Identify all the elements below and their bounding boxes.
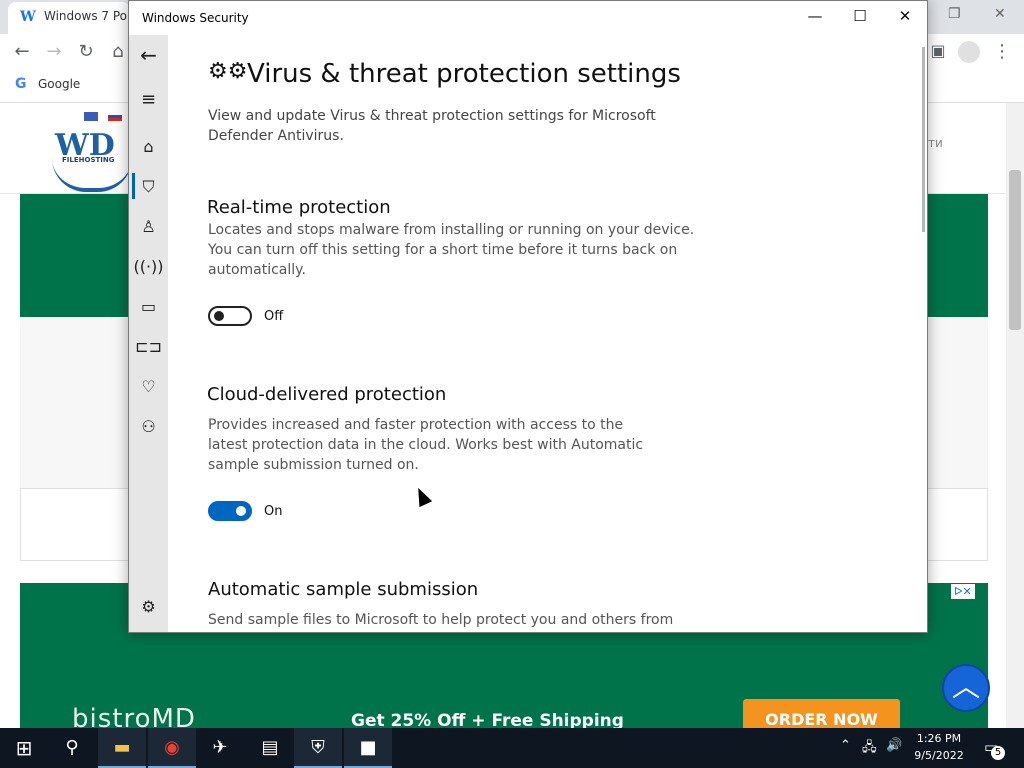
close-icon: ✕ [898, 7, 912, 25]
cloud-protection-toggle[interactable] [208, 501, 252, 521]
network-icon[interactable]: 🖧 [862, 738, 877, 760]
device-security-icon[interactable]: ⊏⊐ [129, 337, 168, 356]
chevron-up-icon: ︿ [951, 670, 980, 703]
rocket-icon: ✈ [212, 737, 228, 758]
maximize-button[interactable]: ☐ [837, 7, 883, 29]
settings-icon[interactable]: ⚙ [129, 597, 168, 616]
terminal-button[interactable]: ■ [344, 728, 392, 768]
file-explorer-button[interactable]: ▬ [98, 728, 146, 768]
cloud-protection-title: Cloud-delivered protection [207, 384, 447, 405]
home-icon[interactable]: ⌂ [106, 41, 130, 62]
realtime-protection-description: Locates and stops malware from installin… [208, 222, 695, 278]
cloud-toggle-state: On [264, 504, 283, 519]
volume-icon[interactable]: 🔊 [886, 738, 902, 753]
minimize-icon: — [807, 7, 823, 25]
kebab-menu-icon[interactable]: ⋮ [990, 41, 1014, 62]
realtime-protection-title: Real-time protection [207, 197, 391, 218]
sidepanel-icon[interactable]: ▣ [926, 41, 950, 60]
clock-time[interactable]: 1:26 PM [912, 732, 966, 745]
shield-icon: ⛨ [311, 737, 325, 758]
tab-favicon-icon: W [20, 9, 36, 25]
app-button-2[interactable]: ▤ [246, 728, 294, 768]
minimize-button[interactable]: — [792, 7, 838, 29]
toggle-knob [214, 311, 224, 321]
menu-icon[interactable]: ≡ [129, 89, 168, 110]
flag-ru-icon[interactable] [108, 112, 122, 121]
browser-close-icon[interactable]: ✕ [994, 6, 1006, 22]
maximize-icon: ☐ [853, 7, 867, 25]
account-icon[interactable]: ♙ [129, 217, 168, 236]
sample-submission-title: Automatic sample submission [208, 579, 479, 600]
terminal-icon: ■ [359, 737, 377, 758]
home-icon[interactable]: ⌂ [129, 137, 168, 156]
health-icon[interactable]: ♡ [129, 377, 168, 396]
cloud-protection-description: Provides increased and faster protection… [208, 417, 644, 473]
bookmark-google[interactable]: Google [38, 77, 80, 91]
search-icon: ⚲ [65, 737, 79, 758]
flag-us-icon[interactable] [84, 112, 98, 121]
app-button[interactable]: ✈ [196, 728, 244, 768]
navigation-pane: ← ≡ ⌂ ⛉ ♙ ((·)) ▭ ⊏⊐ ♡ ⚇ ⚙ [129, 35, 168, 632]
realtime-protection-toggle[interactable] [208, 306, 252, 326]
scroll-to-top-button[interactable]: ︿ [942, 664, 990, 712]
start-button[interactable]: ⊞ [0, 728, 48, 768]
clock-date[interactable]: 9/5/2022 [912, 749, 966, 762]
search-button[interactable]: ⚲ [48, 728, 96, 768]
tab-title[interactable]: Windows 7 Pon [44, 9, 128, 23]
google-icon: G [15, 76, 27, 92]
folder-icon: ▬ [113, 737, 131, 758]
browser-restore-icon[interactable]: ❐ [948, 6, 961, 22]
shield-icon[interactable]: ⛉ [129, 177, 168, 197]
ad-choices-badge[interactable]: ᐅ✕ [951, 584, 975, 599]
chrome-icon: ◉ [164, 737, 180, 758]
forward-arrow-icon[interactable]: → [42, 41, 66, 62]
family-icon[interactable]: ⚇ [129, 417, 168, 436]
back-arrow-icon[interactable]: ← [10, 41, 34, 62]
profile-avatar-icon[interactable] [958, 41, 980, 63]
chrome-button[interactable]: ◉ [148, 728, 196, 768]
windows-security-taskbar-button[interactable]: ⛨ [294, 728, 342, 768]
app-browser-icon[interactable]: ▭ [129, 297, 168, 316]
toggle-knob [236, 506, 246, 516]
back-icon[interactable]: ← [129, 43, 168, 67]
content-scrollbar[interactable] [922, 47, 925, 232]
close-button[interactable]: ✕ [882, 7, 927, 29]
page-scrollbar-thumb[interactable] [1009, 170, 1021, 330]
reload-icon[interactable]: ↻ [74, 41, 98, 62]
notification-count-badge: 5 [991, 746, 1005, 760]
window-title: Windows Security [142, 11, 249, 25]
gears-icon: ⚙⚙ [208, 59, 248, 84]
tray-chevron-up-icon[interactable]: ⌃ [840, 738, 851, 753]
sample-submission-description: Send sample files to Microsoft to help p… [208, 612, 674, 628]
windows-logo-icon: ⊞ [15, 736, 33, 760]
realtime-toggle-state: Off [264, 309, 284, 324]
site-nav-link[interactable]: ти [928, 136, 943, 150]
page-description: View and update Virus & threat protectio… [208, 108, 656, 144]
windows-security-window: Windows Security — ☐ ✕ ← ≡ ⌂ ⛉ ♙ ((·)) ▭… [128, 0, 928, 633]
firewall-icon[interactable]: ((·)) [129, 257, 168, 276]
page-title: Virus & threat protection settings [247, 59, 681, 89]
image-viewer-icon: ▤ [261, 737, 279, 758]
